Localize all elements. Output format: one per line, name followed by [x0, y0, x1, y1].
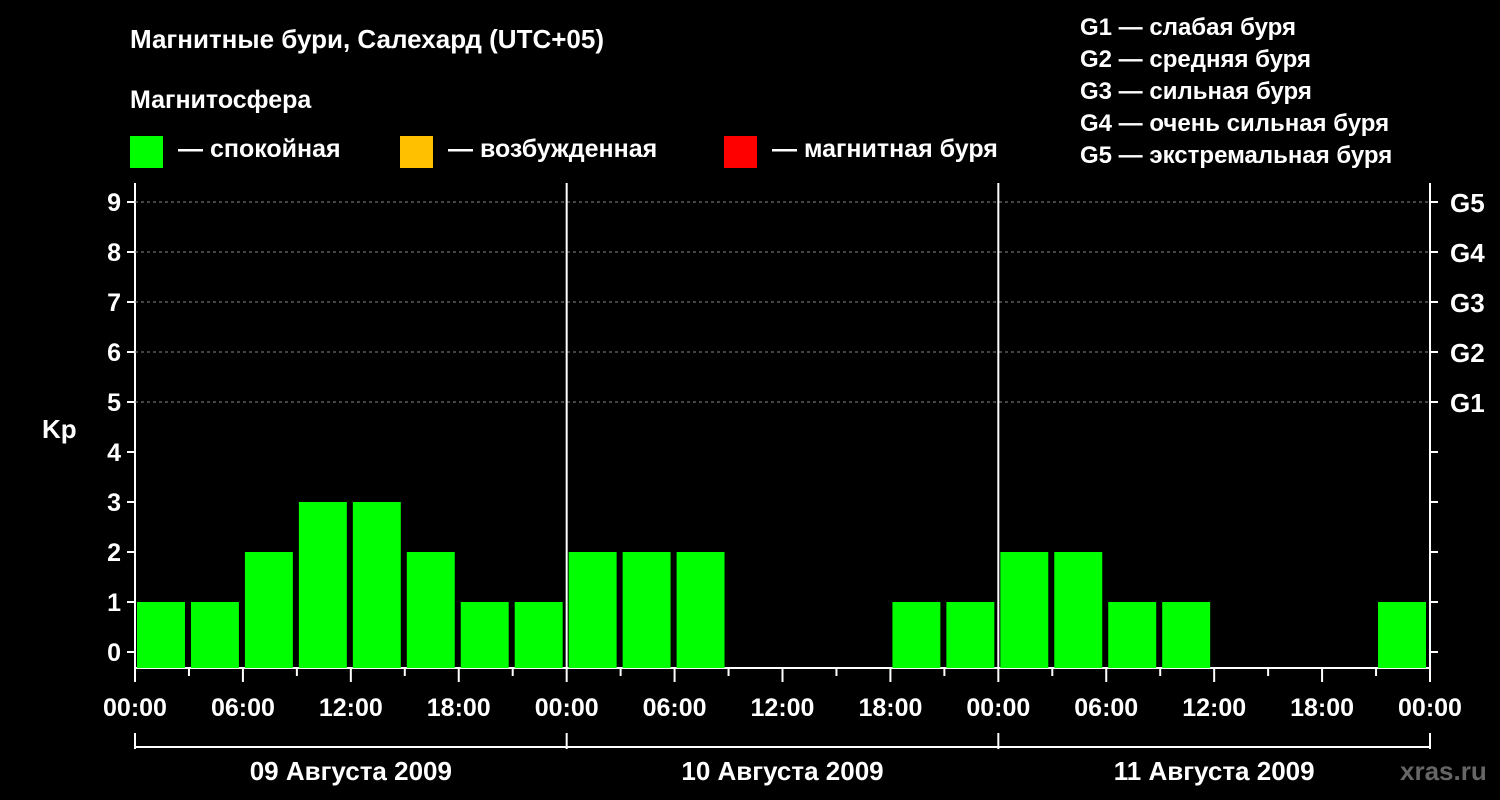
kp-bar	[460, 602, 509, 668]
kp-bar	[244, 552, 293, 668]
kp-bar	[1378, 602, 1426, 668]
right-axis-label: G4	[1450, 238, 1485, 268]
x-tick-label: 00:00	[1398, 694, 1462, 722]
day-label: 10 Августа 2009	[681, 756, 883, 786]
kp-bar	[676, 552, 725, 668]
legend-swatch-quiet	[130, 136, 163, 168]
right-axis-label: G1	[1450, 388, 1485, 418]
y-tick-label: 6	[107, 339, 121, 367]
chart-title: Магнитные бури, Салехард (UTC+05)	[130, 24, 605, 54]
x-tick-label: 06:00	[211, 694, 275, 722]
legend-swatch-active	[400, 136, 433, 168]
kp-bar	[406, 552, 455, 668]
kp-bar	[298, 502, 347, 668]
y-tick-label: 2	[107, 539, 121, 567]
kp-bar	[1162, 602, 1211, 668]
x-tick-label: 06:00	[1074, 694, 1138, 722]
kp-bar	[946, 602, 995, 668]
y-tick-label: 9	[107, 189, 121, 217]
kp-bar	[1108, 602, 1157, 668]
legend-label-quiet: — спокойная	[178, 135, 341, 163]
x-tick-label: 06:00	[643, 694, 707, 722]
kp-bar	[892, 602, 941, 668]
y-tick-label: 3	[107, 489, 121, 517]
kp-bar	[514, 602, 563, 668]
storm-level-g1: G1 — слабая буря	[1080, 14, 1297, 41]
day-label: 11 Августа 2009	[1114, 756, 1315, 786]
x-tick-label: 00:00	[103, 694, 167, 722]
y-axis-title: Kp	[42, 414, 77, 444]
kp-bar	[190, 602, 239, 668]
legend-swatch-storm	[724, 136, 757, 168]
watermark: xras.ru	[1400, 756, 1487, 786]
right-axis-label: G2	[1450, 338, 1485, 368]
legend-label-active: — возбужденная	[448, 135, 658, 163]
kp-bar	[352, 502, 401, 668]
storm-level-g2: G2 — средняя буря	[1080, 46, 1311, 73]
y-tick-label: 7	[107, 289, 121, 317]
y-tick-label: 0	[107, 639, 121, 667]
x-tick-label: 18:00	[1290, 694, 1354, 722]
kp-bar	[568, 552, 617, 668]
right-axis-label: G3	[1450, 288, 1485, 318]
right-axis-label: G5	[1450, 188, 1485, 218]
y-tick-label: 8	[107, 239, 121, 267]
y-tick-label: 5	[107, 389, 121, 417]
legend-label-storm: — магнитная буря	[772, 135, 998, 163]
day-label: 09 Августа 2009	[250, 756, 452, 786]
x-tick-label: 12:00	[319, 694, 383, 722]
storm-level-g4: G4 — очень сильная буря	[1080, 110, 1390, 137]
x-tick-label: 12:00	[1182, 694, 1246, 722]
x-tick-label: 18:00	[858, 694, 922, 722]
storm-level-g5: G5 — экстремальная буря	[1080, 142, 1393, 169]
x-tick-label: 18:00	[427, 694, 491, 722]
chart-subtitle: Магнитосфера	[130, 86, 312, 114]
storm-level-g3: G3 — сильная буря	[1080, 78, 1312, 105]
kp-bar	[1054, 552, 1103, 668]
storm-level-list: G1 — слабая буря G2 — средняя буря G3 — …	[1080, 12, 1392, 172]
x-tick-label: 00:00	[535, 694, 599, 722]
kp-bar	[1000, 552, 1049, 668]
x-tick-label: 12:00	[751, 694, 815, 722]
y-tick-label: 4	[107, 439, 121, 467]
y-tick-label: 1	[107, 589, 121, 617]
kp-bar	[137, 602, 185, 668]
kp-bar	[622, 552, 671, 668]
x-tick-label: 00:00	[966, 694, 1030, 722]
